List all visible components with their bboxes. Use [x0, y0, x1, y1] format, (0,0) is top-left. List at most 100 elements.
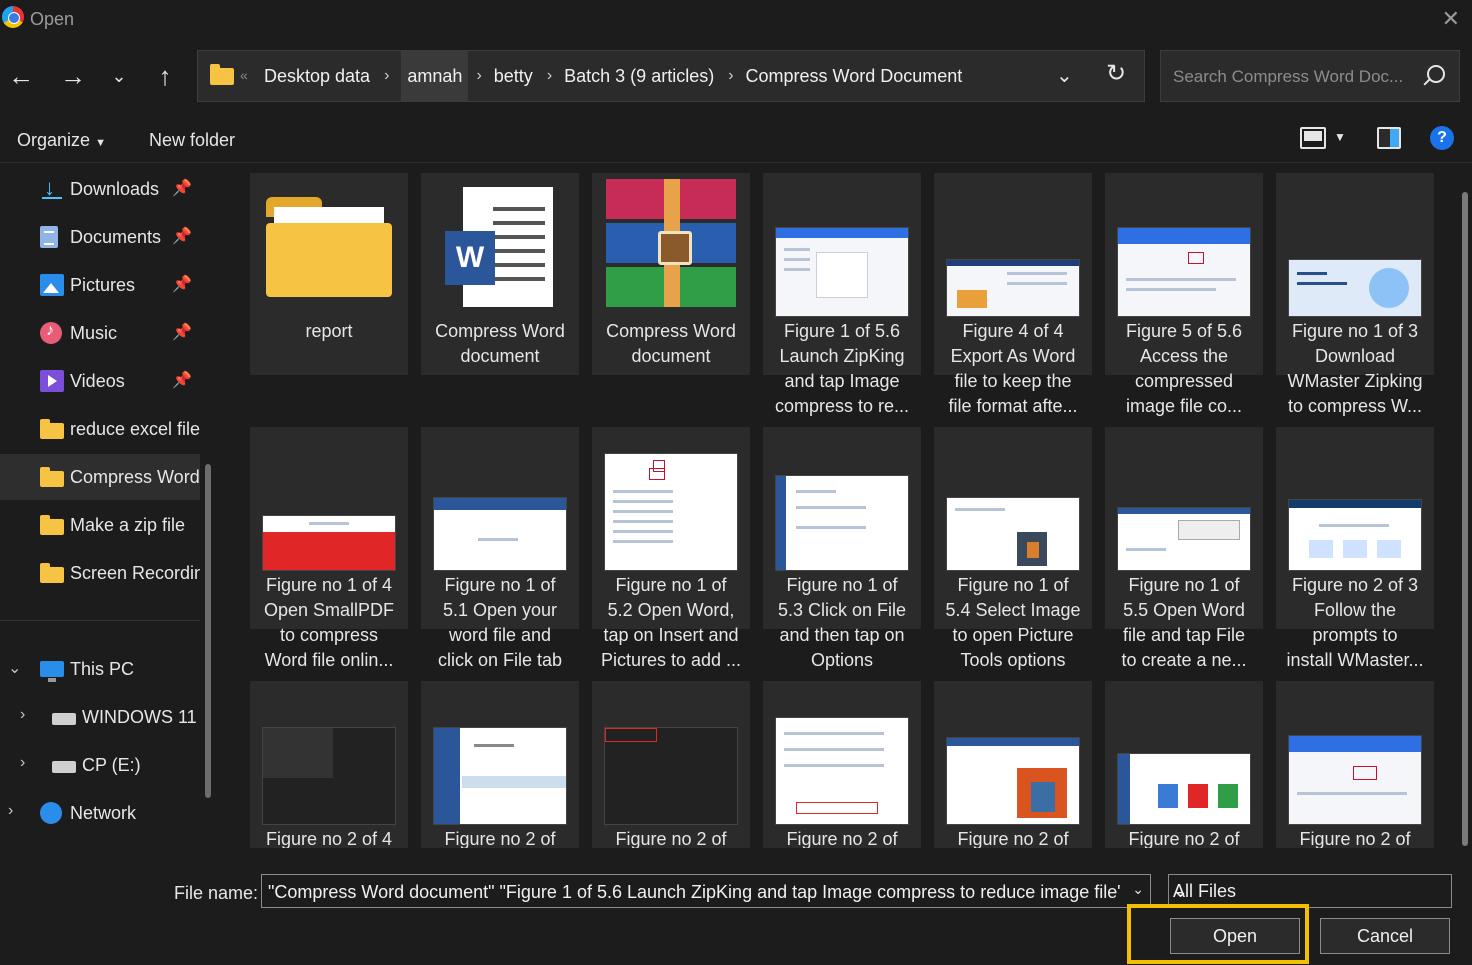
file-tile[interactable]: Figure no 1 of 3 Download WMaster Zipkin…	[1276, 173, 1434, 416]
open-button[interactable]: Open	[1170, 918, 1300, 954]
file-tile[interactable]: Figure no 1 of 5.1 Open your word file a…	[421, 427, 579, 670]
pin-icon[interactable]: 📌	[172, 226, 192, 246]
chevron-down-icon[interactable]: ⌄	[1132, 881, 1144, 898]
sidebar-item-compress-word[interactable]: Compress Word	[0, 454, 200, 500]
breadcrumb-item[interactable]: Desktop data	[264, 66, 376, 87]
view-mode-dropdown-icon[interactable]: ▼	[1334, 130, 1346, 144]
file-thumbnail	[771, 433, 913, 571]
refresh-icon[interactable]: ↻	[1106, 59, 1126, 88]
sidebar-item-network[interactable]: › Network	[0, 790, 200, 836]
file-thumbnail	[771, 687, 913, 825]
file-tile[interactable]: Figure no 2 of 3 Follow the prompts to i…	[1276, 427, 1434, 670]
sidebar-item-make-a-zip-file[interactable]: Make a zip file	[0, 502, 200, 548]
organize-menu[interactable]: Organize ▼	[17, 130, 106, 151]
screenshot-thumbnail	[433, 497, 567, 571]
sidebar-item-label: This PC	[70, 658, 135, 679]
dialog-footer: File name: ⌄ All Files ⌄ Open Cancel	[0, 848, 1472, 965]
double-chevron-icon[interactable]: «	[240, 67, 248, 83]
pin-icon[interactable]: 📌	[172, 370, 192, 390]
sidebar-scrollbar[interactable]	[205, 464, 211, 798]
sidebar-item-reduce-excel-file[interactable]: reduce excel file	[0, 406, 200, 452]
search-input[interactable]	[1171, 63, 1415, 91]
search-icon[interactable]	[1427, 65, 1445, 83]
address-bar[interactable]: « Desktop data › amnah › betty › Batch 3…	[197, 50, 1145, 102]
breadcrumb-separator-icon[interactable]: ›	[539, 67, 564, 85]
file-tile[interactable]: Figure no 2 of	[934, 681, 1092, 848]
chevron-right-icon[interactable]: ›	[20, 754, 25, 772]
file-tile[interactable]: Figure 4 of 4 Export As Word file to kee…	[934, 173, 1092, 416]
file-tile[interactable]: Figure no 1 of 5.5 Open Word file and ta…	[1105, 427, 1263, 670]
file-tile[interactable]: Figure no 2 of	[1105, 681, 1263, 848]
file-tile[interactable]: Figure no 2 of 4	[250, 681, 408, 848]
file-tile[interactable]: Figure 1 of 5.6 Launch ZipKing and tap I…	[763, 173, 921, 416]
sidebar-item-label: reduce excel file	[70, 418, 200, 439]
screenshot-thumbnail	[262, 515, 396, 571]
address-dropdown-chevron-icon[interactable]: ⌄	[1056, 63, 1073, 88]
file-tile[interactable]: W Compress Word document	[421, 173, 579, 375]
cancel-button[interactable]: Cancel	[1320, 918, 1450, 954]
breadcrumb-item[interactable]: Compress Word Document	[746, 66, 969, 87]
pin-icon[interactable]: 📌	[172, 178, 192, 198]
back-arrow-icon[interactable]: ←	[6, 58, 36, 94]
file-name: Figure no 1 of 5.1 Open your word file a…	[437, 575, 563, 670]
file-grid: report W Compress Word document Compress…	[226, 164, 1458, 848]
file-tile[interactable]: Figure no 2 of	[763, 681, 921, 848]
file-type-select[interactable]: All Files ⌄	[1168, 874, 1452, 908]
file-name-input[interactable]	[266, 880, 1122, 904]
sidebar-item-screen-recording[interactable]: Screen Recording	[0, 550, 200, 596]
chevron-right-icon[interactable]: ›	[20, 706, 25, 724]
chevron-down-icon[interactable]: ⌄	[1173, 881, 1443, 902]
file-tile[interactable]: report	[250, 173, 408, 375]
close-icon[interactable]: ✕	[1442, 6, 1460, 32]
file-tile[interactable]: Figure no 1 of 5.3 Click on File and the…	[763, 427, 921, 670]
sidebar-item-documents[interactable]: Documents 📌	[0, 214, 200, 260]
file-tile[interactable]: Figure no 1 of 5.2 Open Word, tap on Ins…	[592, 427, 750, 670]
file-name: Figure 1 of 5.6 Launch ZipKing and tap I…	[774, 321, 910, 416]
screenshot-thumbnail	[775, 227, 909, 317]
up-arrow-icon[interactable]: ↑	[150, 58, 180, 94]
breadcrumb-item[interactable]: betty	[494, 66, 539, 87]
file-tile[interactable]: Figure no 1 of 4 Open SmallPDF to compre…	[250, 427, 408, 670]
chevron-down-icon[interactable]: ⌄	[8, 658, 21, 678]
breadcrumb-separator-icon[interactable]: ›	[376, 67, 401, 85]
forward-arrow-icon[interactable]: →	[58, 58, 88, 94]
sidebar-item-cp-drive[interactable]: › CP (E:)	[0, 742, 200, 788]
pin-icon[interactable]: 📌	[172, 274, 192, 294]
file-name: Figure no 2 of	[957, 829, 1069, 848]
screenshot-thumbnail	[1288, 735, 1422, 825]
sidebar-item-pictures[interactable]: Pictures 📌	[0, 262, 200, 308]
file-grid-scrollbar[interactable]	[1462, 192, 1468, 846]
new-folder-button[interactable]: New folder	[149, 130, 235, 151]
file-thumbnail	[600, 687, 742, 825]
file-tile[interactable]: Figure no 2 of	[592, 681, 750, 848]
screenshot-thumbnail	[433, 727, 567, 825]
title-bar: Open ✕	[0, 0, 1472, 38]
file-thumbnail	[1113, 433, 1255, 571]
sidebar-item-this-pc[interactable]: ⌄ This PC	[0, 646, 200, 692]
sidebar-item-music[interactable]: Music 📌	[0, 310, 200, 356]
view-mode-icon[interactable]	[1300, 127, 1326, 149]
sidebar-item-label: Make a zip file	[70, 514, 186, 535]
file-name-field[interactable]: ⌄	[261, 874, 1151, 908]
help-icon[interactable]: ?	[1430, 126, 1454, 150]
file-tile[interactable]: Figure no 2 of	[1276, 681, 1434, 848]
recent-locations-chevron-icon[interactable]: ⌄	[104, 58, 134, 94]
file-tile[interactable]: Figure no 2 of	[421, 681, 579, 848]
file-tile[interactable]: Figure 5 of 5.6 Access the compressed im…	[1105, 173, 1263, 416]
pin-icon[interactable]: 📌	[172, 322, 192, 342]
file-name: Figure no 1 of 3 Download WMaster Zipkin…	[1287, 321, 1423, 416]
file-tile[interactable]: Figure no 1 of 5.4 Select Image to open …	[934, 427, 1092, 670]
file-name: Figure no 2 of 4	[265, 829, 393, 848]
file-tile[interactable]: Compress Word document	[592, 173, 750, 375]
chevron-right-icon[interactable]: ›	[8, 802, 13, 820]
breadcrumb-separator-icon[interactable]: ›	[468, 67, 493, 85]
search-box[interactable]	[1160, 50, 1460, 102]
sidebar-item-label: WINDOWS 11	[82, 706, 197, 727]
breadcrumb-item[interactable]: Batch 3 (9 articles)	[564, 66, 720, 87]
preview-pane-icon[interactable]	[1377, 127, 1401, 149]
sidebar-item-downloads[interactable]: Downloads 📌	[0, 166, 200, 212]
breadcrumb-separator-icon[interactable]: ›	[720, 67, 745, 85]
sidebar-item-videos[interactable]: Videos 📌	[0, 358, 200, 404]
breadcrumb-item[interactable]: amnah	[401, 51, 469, 101]
sidebar-item-windows-11[interactable]: › WINDOWS 11	[0, 694, 200, 740]
